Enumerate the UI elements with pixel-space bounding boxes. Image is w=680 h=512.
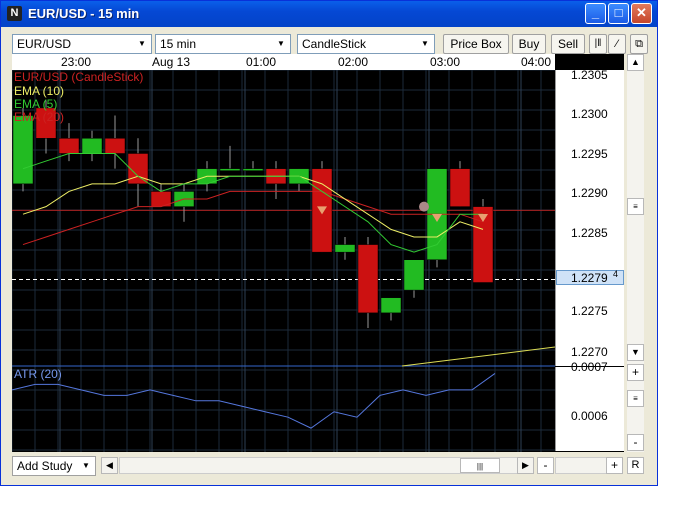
detach-window-icon[interactable]: ⧉ bbox=[630, 34, 648, 54]
price-label: 1.2275 bbox=[571, 304, 608, 318]
atr-line bbox=[12, 373, 496, 429]
chart-area[interactable] bbox=[12, 54, 624, 452]
candle-body bbox=[449, 168, 471, 207]
chevron-down-icon[interactable]: ▼ bbox=[79, 459, 93, 473]
minimize-button[interactable]: _ bbox=[585, 3, 606, 24]
buy-button[interactable]: Buy bbox=[512, 34, 546, 54]
zoom-slider[interactable] bbox=[555, 457, 609, 474]
atr-axis-label: 0.0006 bbox=[571, 409, 608, 423]
time-axis: 23:00 Aug 13 01:00 02:00 03:00 04:00 bbox=[12, 54, 555, 70]
vertical-scrollbar[interactable]: ▲ ≡ ▼ + ≡ - bbox=[627, 54, 644, 452]
zoom-out-icon[interactable]: - bbox=[627, 434, 644, 451]
chart-type-select[interactable]: CandleStick ▼ bbox=[297, 34, 435, 54]
ema10-line bbox=[22, 175, 484, 238]
time-label: 03:00 bbox=[430, 55, 461, 69]
zoom-in-horizontal-icon[interactable]: + bbox=[606, 457, 623, 474]
current-price-superscript: 4 bbox=[613, 269, 619, 279]
price-axis[interactable]: 1.2305 1.2300 1.2295 1.2290 1.2285 1.227… bbox=[555, 68, 624, 366]
price-label: 1.2300 bbox=[571, 107, 608, 121]
atr-axis-label: 0.0007 bbox=[571, 360, 608, 374]
scroll-thumb[interactable]: ≡ bbox=[627, 198, 644, 215]
symbol-select[interactable]: EUR/USD ▼ bbox=[12, 34, 152, 54]
time-label: Aug 13 bbox=[152, 55, 191, 69]
time-label: 01:00 bbox=[246, 55, 277, 69]
scroll-right-icon[interactable]: ▶ bbox=[517, 457, 534, 474]
legend-ema10: EMA (10) bbox=[14, 84, 65, 98]
legend-ema5: EMA (5) bbox=[14, 97, 58, 111]
price-label: 1.2295 bbox=[571, 147, 608, 161]
candle-body bbox=[81, 138, 103, 154]
legend-atr: ATR (20) bbox=[14, 367, 62, 381]
zoom-out-horizontal-icon[interactable]: - bbox=[537, 457, 554, 474]
candle-body bbox=[219, 168, 241, 171]
scroll-left-icon[interactable]: ◀ bbox=[101, 457, 118, 474]
candle-body bbox=[357, 244, 379, 314]
price-label: 1.2305 bbox=[571, 68, 608, 82]
signal-dot-icon bbox=[419, 201, 429, 212]
add-study-label: Add Study bbox=[17, 459, 73, 473]
sell-button[interactable]: Sell bbox=[551, 34, 585, 54]
chevron-down-icon[interactable]: ▼ bbox=[274, 37, 288, 51]
window-title: EUR/USD - 15 min bbox=[28, 6, 140, 21]
horizontal-scroll-thumb[interactable]: ||| bbox=[460, 458, 500, 473]
current-price-badge: 1.2279 4 bbox=[556, 269, 624, 285]
chevron-down-icon[interactable]: ▼ bbox=[418, 37, 432, 51]
candle-body bbox=[12, 115, 34, 185]
current-price-value: 1.2279 bbox=[571, 271, 608, 285]
maximize-button[interactable]: □ bbox=[608, 3, 629, 24]
atr-axis[interactable]: 0.0007 0.0006 bbox=[555, 360, 624, 451]
zoom-in-icon[interactable]: + bbox=[627, 364, 644, 381]
candle-body bbox=[334, 244, 356, 253]
legend-ema20: EMA (20) bbox=[14, 110, 65, 124]
reset-button[interactable]: R bbox=[627, 457, 644, 474]
time-label: 04:00 bbox=[521, 55, 552, 69]
atr-scroll-thumb[interactable]: ≡ bbox=[627, 390, 644, 407]
chart-style-icon[interactable]: |‖ bbox=[589, 34, 607, 54]
horizontal-scrollbar[interactable]: ||| bbox=[119, 457, 519, 474]
chevron-down-icon[interactable]: ▼ bbox=[135, 37, 149, 51]
add-study-button[interactable]: Add Study ▼ bbox=[12, 456, 96, 476]
scroll-down-icon[interactable]: ▼ bbox=[627, 344, 644, 361]
symbol-value: EUR/USD bbox=[17, 37, 72, 51]
bottom-bar: Add Study ▼ ◀ ||| ▶ - + R bbox=[12, 456, 646, 476]
price-label: 1.2270 bbox=[571, 345, 608, 359]
candle-body bbox=[104, 138, 126, 154]
price-chart[interactable] bbox=[12, 54, 555, 452]
title-bar[interactable]: N EUR/USD - 15 min _ □ ✕ bbox=[1, 1, 657, 27]
price-box-button[interactable]: Price Box bbox=[443, 34, 509, 54]
candle-body bbox=[403, 259, 425, 291]
draw-line-icon[interactable]: ⁄ bbox=[608, 34, 626, 54]
price-label: 1.2290 bbox=[571, 186, 608, 200]
legend-main: EUR/USD (CandleStick) bbox=[14, 70, 144, 84]
close-button[interactable]: ✕ bbox=[631, 3, 652, 24]
time-label: 02:00 bbox=[338, 55, 369, 69]
app-logo-icon: N bbox=[7, 6, 22, 21]
candle-body bbox=[58, 138, 80, 154]
timeframe-value: 15 min bbox=[160, 37, 197, 51]
scroll-up-icon[interactable]: ▲ bbox=[627, 54, 644, 71]
candle-body bbox=[380, 297, 402, 314]
price-label: 1.2285 bbox=[571, 226, 608, 240]
timeframe-select[interactable]: 15 min ▼ bbox=[155, 34, 291, 54]
candle-body bbox=[242, 168, 264, 171]
chart-type-value: CandleStick bbox=[302, 37, 367, 51]
time-label: 23:00 bbox=[61, 55, 92, 69]
